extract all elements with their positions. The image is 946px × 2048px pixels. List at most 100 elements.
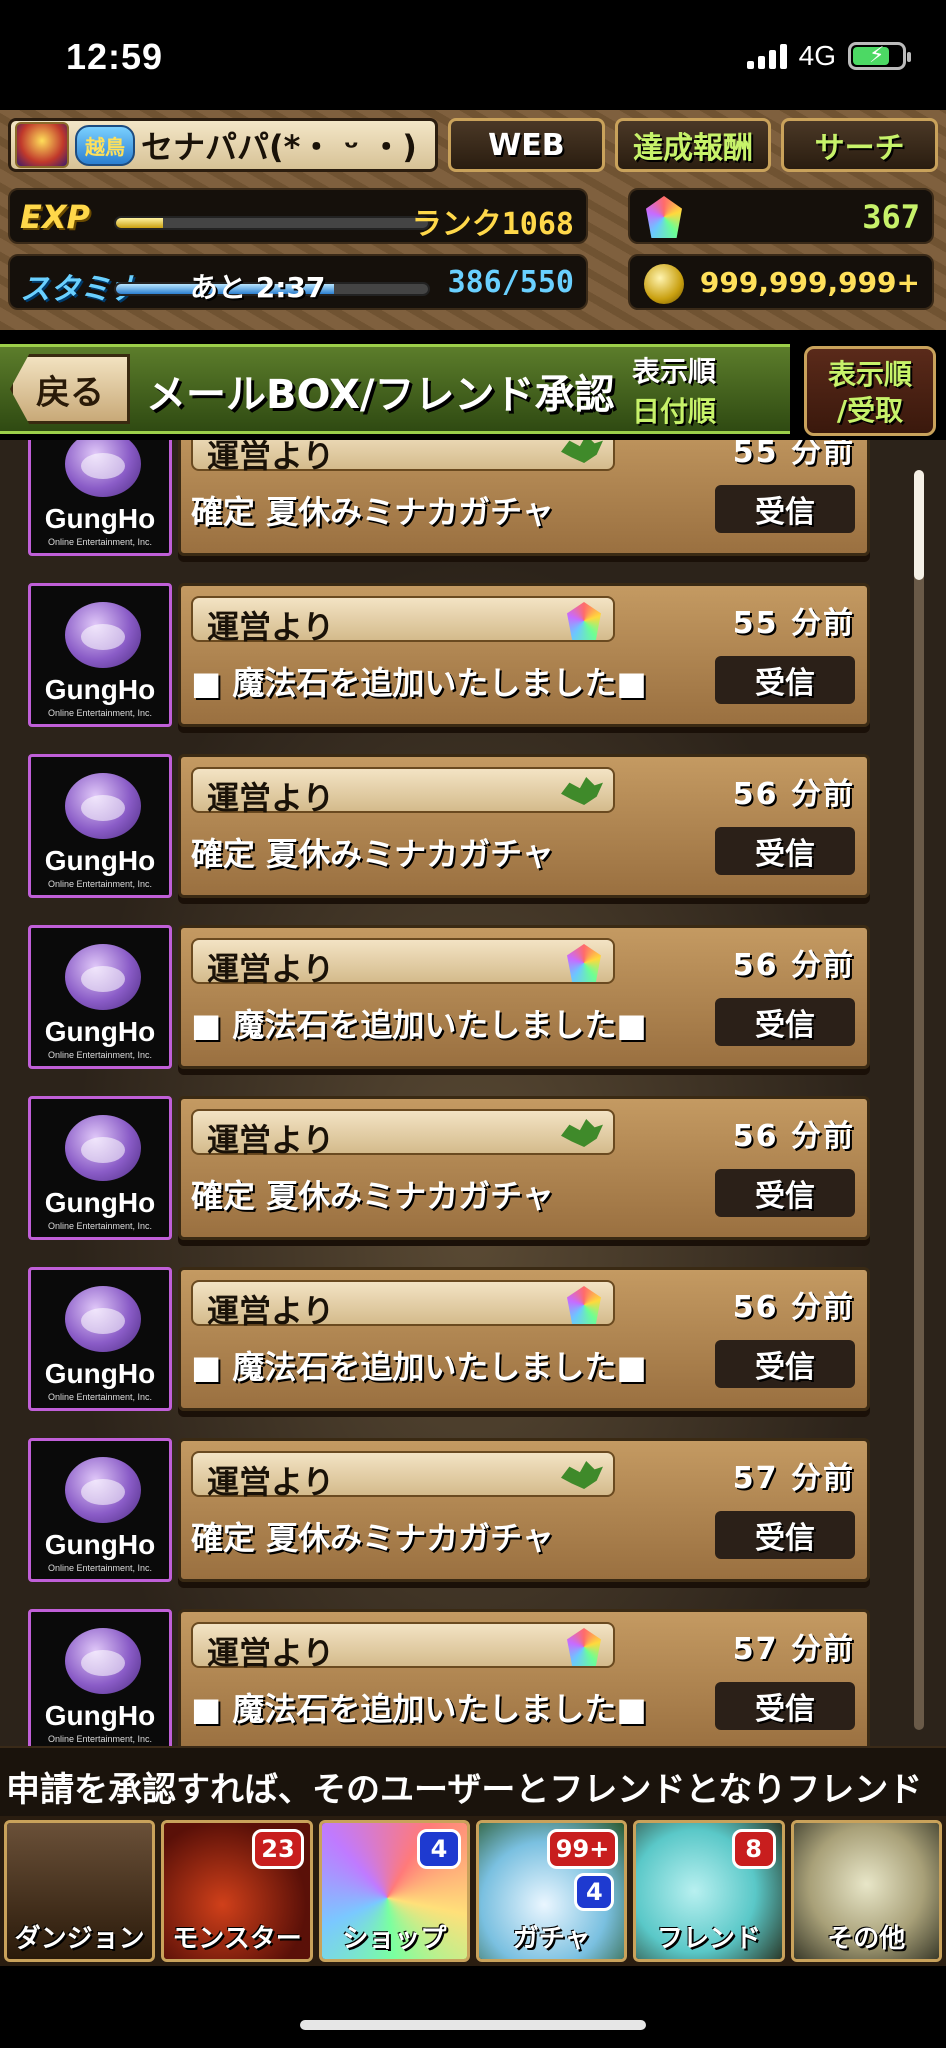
stamina-row: スタミナ あと 2:37 386/550 — [8, 254, 588, 310]
mail-from-box: 運営より — [191, 1109, 615, 1159]
mail-item[interactable]: GungHo Online Entertainment, Inc. 運営より 5… — [28, 583, 870, 733]
nav-label: フレンド — [656, 1924, 761, 1954]
logo-text: GungHo — [44, 1700, 156, 1731]
leader-avatar[interactable] — [15, 122, 69, 168]
mail-item[interactable]: GungHo Online Entertainment, Inc. 運営より 5… — [28, 440, 870, 562]
home-indicator[interactable] — [300, 2020, 646, 2030]
rank-badge: 越鳥 — [75, 124, 135, 166]
logo-text: GungHo — [44, 845, 156, 876]
mail-sender: 運営より — [207, 1634, 335, 1672]
mail-body[interactable]: 運営より 57 分前 ■ 魔法石を追加いたしました■ 受信 — [178, 1609, 870, 1746]
mail-subject: ■ 魔法石を追加いたしました■ — [191, 1348, 647, 1386]
nav-item-1[interactable]: 23 モンスター — [161, 1820, 313, 1962]
logo-subtext: Online Entertainment, Inc. — [47, 708, 153, 718]
sort-button-line1: 表示順 — [827, 358, 912, 391]
status-indicators: 4G ⚡ — [746, 40, 911, 72]
mail-body[interactable]: 運営より 56 分前 ■ 魔法石を追加いたしました■ 受信 — [178, 1267, 870, 1411]
nav-label: ダンジョン — [14, 1924, 145, 1954]
dragon-icon — [561, 1461, 603, 1489]
nav-item-4[interactable]: 8 フレンド — [633, 1820, 785, 1962]
mail-from-box: 運営より — [191, 1280, 615, 1330]
achievements-button[interactable]: 達成報酬 — [614, 118, 772, 172]
network-type: 4G — [798, 40, 836, 71]
web-button[interactable]: WEB — [448, 118, 605, 172]
receive-button[interactable]: 受信 — [715, 1169, 855, 1217]
receive-button[interactable]: 受信 — [715, 827, 855, 875]
logo-text: GungHo — [44, 674, 156, 705]
logo-text: GungHo — [44, 1529, 156, 1560]
receive-button[interactable]: 受信 — [715, 1340, 855, 1388]
magic-stone-icon — [567, 1286, 601, 1324]
mail-item[interactable]: GungHo Online Entertainment, Inc. 運営より 5… — [28, 1096, 870, 1246]
exp-bar-fill — [116, 218, 163, 228]
mail-time: 55 分前 — [732, 440, 855, 470]
battery-icon: ⚡ — [848, 42, 911, 70]
nav-badge: 8 — [731, 1829, 776, 1869]
mail-body[interactable]: 運営より 56 分前 確定 夏休みミナカガチャ 受信 — [178, 754, 870, 898]
magic-stones-value: 367 — [862, 198, 920, 236]
mail-body[interactable]: 運営より 56 分前 ■ 魔法石を追加いたしました■ 受信 — [178, 925, 870, 1069]
coins-row: 999,999,999+ — [628, 254, 934, 310]
player-namebox[interactable]: 越鳥 セナパパ(*・ ᵕ ・) — [8, 118, 438, 172]
logo-subtext: Online Entertainment, Inc. — [47, 1563, 153, 1573]
nav-item-3[interactable]: 99+ 4 ガチャ — [475, 1820, 628, 1962]
player-name: セナパパ(*・ ᵕ ・) — [141, 128, 417, 166]
receive-button[interactable]: 受信 — [715, 998, 855, 1046]
mail-from-box: 運営より — [191, 938, 615, 988]
mail-time: 56 分前 — [732, 777, 855, 812]
mail-list[interactable]: GungHo Online Entertainment, Inc. 運営より 5… — [0, 440, 946, 1746]
mail-sender: 運営より — [207, 950, 335, 988]
sort-receive-button[interactable]: 表示順 /受取 — [804, 346, 936, 436]
mail-item[interactable]: GungHo Online Entertainment, Inc. 運営より 5… — [28, 1267, 870, 1417]
mail-subject: ■ 魔法石を追加いたしました■ — [191, 664, 647, 702]
receive-button[interactable]: 受信 — [715, 1682, 855, 1730]
mail-item[interactable]: GungHo Online Entertainment, Inc. 運営より 5… — [28, 754, 870, 904]
rank-value: ランク1068 — [411, 207, 574, 242]
mail-sender: 運営より — [207, 1121, 335, 1159]
ticker: 申請を承認すれば、そのユーザーとフレンドとなりフレンド — [0, 1746, 946, 1816]
logo-subtext: Online Entertainment, Inc. — [47, 879, 153, 889]
mail-body[interactable]: 運営より 55 分前 確定 夏休みミナカガチャ 受信 — [178, 440, 870, 556]
mail-from-box: 運営より — [191, 1622, 615, 1672]
gungho-logo-icon — [65, 440, 141, 497]
gungho-logo-icon — [65, 1286, 141, 1352]
nav-item-5[interactable]: その他 — [790, 1820, 942, 1962]
mail-time: 56 分前 — [732, 1119, 855, 1154]
receive-button[interactable]: 受信 — [715, 1511, 855, 1559]
exp-row: EXP ランク1068 — [8, 188, 588, 244]
stamina-value: 386/550 — [447, 265, 574, 300]
bottom-nav: ダンジョン 23 モンスター 4 ショップ 99+ 4 ガチャ 8 フレンド その他 — [0, 1816, 946, 1966]
home-area — [0, 1966, 946, 2048]
gungho-logo-icon — [65, 944, 141, 1010]
scrollbar[interactable] — [914, 470, 924, 1730]
nav-item-0[interactable]: ダンジョン — [4, 1820, 156, 1962]
back-button[interactable]: 戻る — [10, 354, 130, 424]
mail-item[interactable]: GungHo Online Entertainment, Inc. 運営より 5… — [28, 1438, 870, 1588]
nav-badge: 23 — [252, 1829, 304, 1869]
sender-logo: GungHo Online Entertainment, Inc. — [28, 1438, 172, 1582]
mail-subject: 確定 夏休みミナカガチャ — [191, 1177, 554, 1215]
magic-stone-icon — [567, 602, 601, 640]
mail-time: 55 分前 — [732, 606, 855, 641]
player-header: 越鳥 セナパパ(*・ ᵕ ・) WEB 達成報酬 サーチ EXP ランク1068… — [0, 110, 946, 330]
nav-badge-secondary: 4 — [574, 1873, 615, 1911]
sort-value: 日付順 — [632, 395, 717, 428]
mail-item[interactable]: GungHo Online Entertainment, Inc. 運営より 5… — [28, 925, 870, 1075]
logo-subtext: Online Entertainment, Inc. — [47, 1392, 153, 1402]
mail-body[interactable]: 運営より 57 分前 確定 夏休みミナカガチャ 受信 — [178, 1438, 870, 1582]
gungho-logo-icon — [65, 602, 141, 668]
mail-from-box: 運営より — [191, 767, 615, 817]
stamina-remaining: あと 2:37 — [190, 271, 326, 304]
sort-label: 表示順 — [632, 355, 717, 388]
receive-button[interactable]: 受信 — [715, 485, 855, 533]
mail-item[interactable]: GungHo Online Entertainment, Inc. 運営より 5… — [28, 1609, 870, 1746]
mail-body[interactable]: 運営より 56 分前 確定 夏休みミナカガチャ 受信 — [178, 1096, 870, 1240]
mail-body[interactable]: 運営より 55 分前 ■ 魔法石を追加いたしました■ 受信 — [178, 583, 870, 727]
coin-icon — [644, 264, 684, 304]
search-button[interactable]: サーチ — [781, 118, 939, 172]
logo-subtext: Online Entertainment, Inc. — [47, 1050, 153, 1060]
nav-item-2[interactable]: 4 ショップ — [318, 1820, 470, 1962]
scrollbar-thumb[interactable] — [914, 470, 924, 580]
nav-label: モンスター — [172, 1924, 302, 1954]
receive-button[interactable]: 受信 — [715, 656, 855, 704]
